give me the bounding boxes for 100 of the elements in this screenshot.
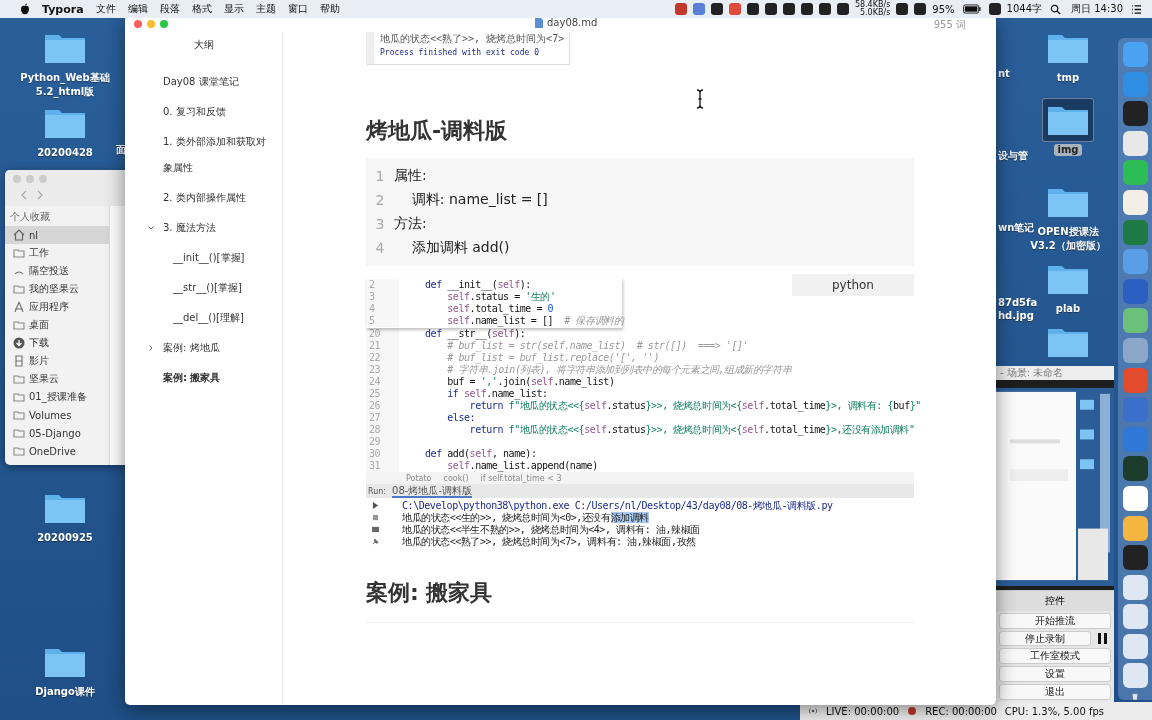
sidebar-item[interactable]: 影片: [5, 352, 109, 370]
folder-label[interactable]: 20200428: [37, 147, 93, 159]
sidebar-item[interactable]: 桌面: [5, 316, 109, 334]
folder-label[interactable]: Python_Web基础: [20, 72, 110, 84]
folder-label[interactable]: 5.2_html版: [35, 86, 95, 98]
tray-icon[interactable]: [746, 3, 759, 15]
obs-button[interactable]: 设置: [999, 666, 1111, 682]
outline-item[interactable]: 3. 魔法方法: [163, 213, 273, 243]
menu-item[interactable]: 编辑: [127, 2, 148, 16]
sidebar-item[interactable]: 工作: [5, 244, 109, 262]
folder-icon[interactable]: [1042, 98, 1094, 142]
app-icon[interactable]: [1122, 604, 1148, 630]
tray-icon[interactable]: [988, 3, 1001, 15]
menu-item[interactable]: 显示: [223, 2, 244, 16]
app-icon[interactable]: [1122, 545, 1148, 571]
tray-icon[interactable]: [764, 3, 777, 15]
obs-button[interactable]: 停止录制: [999, 631, 1091, 646]
obs-button[interactable]: 退出: [999, 684, 1111, 700]
tray-icon[interactable]: [710, 3, 723, 15]
menu-item[interactable]: 帮助: [319, 2, 340, 16]
sidebar-item[interactable]: 坚果云: [5, 370, 109, 388]
run-tab[interactable]: 08-烤地瓜-调料版: [392, 484, 472, 498]
clock[interactable]: 周日 14:30: [1071, 2, 1123, 16]
folder-label[interactable]: OPEN授课法: [1037, 226, 1099, 238]
outline-item[interactable]: 案例: 搬家具: [163, 363, 273, 393]
outline-item[interactable]: __init__()[掌握]: [173, 243, 282, 273]
tray-icon[interactable]: [782, 3, 795, 15]
menu-item[interactable]: Typora: [42, 2, 84, 16]
sidebar-item[interactable]: 我的坚果云: [5, 280, 109, 298]
menu-item[interactable]: 段落: [159, 2, 180, 16]
panel-title: 大纲: [192, 38, 215, 52]
app-icon[interactable]: [1122, 101, 1148, 127]
pause-button[interactable]: [1098, 633, 1107, 644]
run-label: Run:: [368, 486, 387, 496]
folder-label[interactable]: Django课件: [35, 686, 95, 698]
tray-icon[interactable]: [800, 3, 813, 15]
chevron-icon[interactable]: [147, 344, 155, 352]
app-icon[interactable]: [1122, 485, 1148, 511]
apple-icon[interactable]: [20, 3, 30, 15]
line-number: 3: [366, 291, 399, 303]
menu-item[interactable]: 窗口: [287, 2, 308, 16]
folder-label[interactable]: hd.jpg: [998, 310, 1034, 322]
pin-icon[interactable]: [372, 538, 379, 545]
app-icon[interactable]: [1122, 308, 1148, 334]
close-button[interactable]: [134, 19, 142, 28]
app-icon[interactable]: [1122, 574, 1148, 600]
broadcast-icon: [808, 706, 818, 716]
folder-label[interactable]: 20200925: [37, 532, 93, 544]
obs-button[interactable]: 工作室模式: [999, 648, 1111, 664]
folder-label[interactable]: 面: [116, 144, 126, 156]
app-icon[interactable]: [1122, 130, 1148, 156]
folder-label[interactable]: tmp: [1056, 72, 1080, 84]
app-icon[interactable]: [1122, 515, 1148, 541]
apps-icon: [13, 301, 25, 313]
folder-label[interactable]: V3.2（加密版）: [1030, 240, 1106, 252]
forward-icon[interactable]: [35, 189, 45, 201]
folder-label[interactable]: nt: [998, 68, 1010, 80]
search-icon[interactable]: [1050, 3, 1061, 15]
back-icon[interactable]: [19, 189, 29, 201]
sidebar-item[interactable]: nl: [5, 226, 109, 244]
zoom-button[interactable]: [160, 19, 168, 28]
menu-item[interactable]: 文件: [95, 2, 116, 16]
sidebar-item[interactable]: 下载: [5, 334, 109, 352]
outline-item[interactable]: __str__()[掌握]: [173, 273, 282, 303]
folder-label[interactable]: wn笔记: [998, 222, 1035, 234]
app-icon[interactable]: [1122, 189, 1148, 215]
folder-label[interactable]: 设与管: [998, 150, 1028, 162]
outline-item[interactable]: 案例: 烤地瓜: [163, 333, 273, 363]
folder-icon: [13, 391, 25, 403]
folder-label[interactable]: 87d5fa: [998, 297, 1038, 309]
folder-label[interactable]: img: [1054, 144, 1082, 156]
stop-icon[interactable]: [372, 514, 379, 521]
sidebar-item[interactable]: 隔空投送: [5, 262, 109, 280]
sidebar-item[interactable]: 05-Django: [5, 424, 109, 442]
obs-button[interactable]: 开始推流: [999, 613, 1111, 629]
menu-item[interactable]: 格式: [191, 2, 212, 16]
sidebar-item[interactable]: OneDrive: [5, 442, 109, 460]
menu-item[interactable]: 主题: [255, 2, 276, 16]
tray-icon[interactable]: [896, 3, 909, 15]
outline-item[interactable]: Day08 课堂笔记: [163, 67, 273, 97]
outline-item[interactable]: 1. 类外部添加和获取对象属性: [163, 127, 273, 183]
outline-item[interactable]: 0. 复习和反馈: [163, 97, 273, 127]
app-icon[interactable]: [1122, 663, 1148, 689]
tray-icon[interactable]: [836, 3, 849, 15]
sidebar-item[interactable]: 01_授课准备: [5, 388, 109, 406]
battery-icon[interactable]: [962, 4, 981, 14]
layout-icon[interactable]: [372, 526, 379, 533]
sidebar-item[interactable]: 应用程序: [5, 298, 109, 316]
play-icon[interactable]: [372, 502, 379, 509]
sidebar-item[interactable]: Volumes: [5, 406, 109, 424]
list-icon[interactable]: [1131, 3, 1142, 15]
language-field[interactable]: python: [792, 274, 914, 296]
app-icon[interactable]: [1122, 633, 1148, 659]
tray-icon[interactable]: [914, 3, 927, 15]
app-icon[interactable]: [1122, 456, 1148, 482]
outline-item[interactable]: 2. 类内部操作属性: [163, 183, 273, 213]
outline-item[interactable]: __del__()[理解]: [173, 303, 282, 333]
chevron-icon[interactable]: [147, 224, 155, 232]
folder-label[interactable]: plab: [1055, 303, 1081, 315]
tray-icon[interactable]: [818, 3, 831, 15]
